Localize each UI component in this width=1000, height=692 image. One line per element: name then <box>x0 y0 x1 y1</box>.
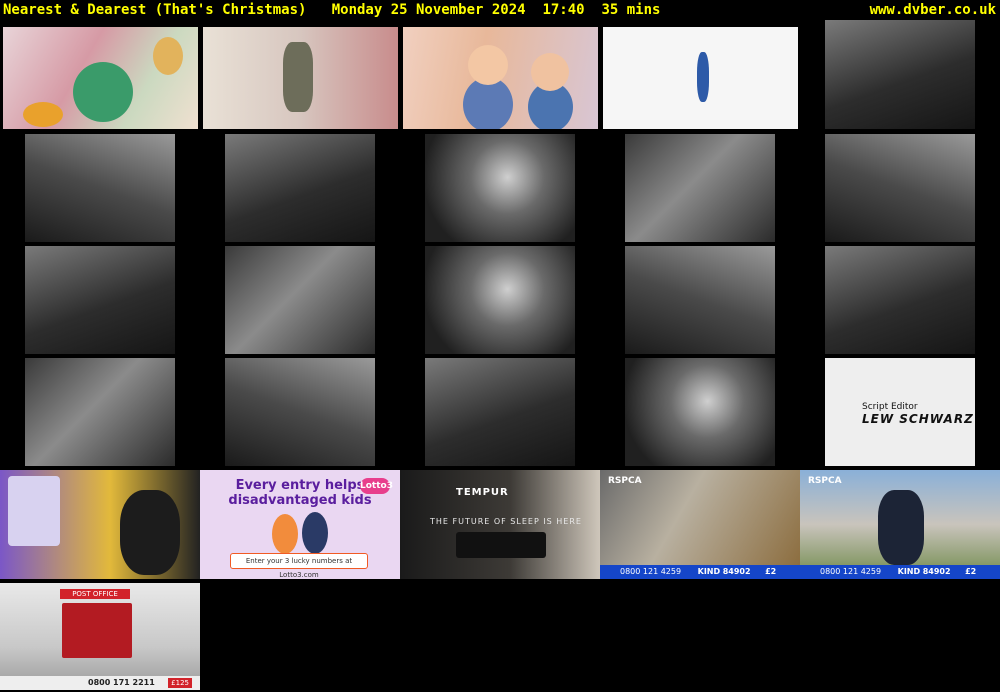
thumbnail-17[interactable] <box>225 358 375 466</box>
rspca-phone-2: 0800 121 4259 <box>820 567 882 576</box>
thumbnail-22[interactable]: Every entry helps disadvantaged kids Lot… <box>200 470 400 579</box>
rspca-sms-number: 84902 <box>722 567 751 576</box>
rspca-amount: £2 <box>765 567 777 576</box>
thumbnail-4[interactable] <box>603 27 798 129</box>
rspca-phone: 0800 121 4259 <box>620 567 682 576</box>
rspca-logo: RSPCA <box>608 476 642 486</box>
lotto-logo: Lotto3 <box>360 478 393 494</box>
thumbnail-6[interactable] <box>25 134 175 242</box>
thumbnail-23[interactable]: TEMPUR THE FUTURE OF SLEEP IS HERE <box>400 470 600 579</box>
lotto-cta: Enter your 3 lucky numbers at Lotto3.com <box>230 553 368 579</box>
thumbnail-18[interactable] <box>425 358 575 466</box>
thumbnail-5[interactable] <box>825 20 975 129</box>
thumbnail-12[interactable] <box>225 246 375 354</box>
title-bar: Nearest & Dearest (That's Christmas) Mon… <box>0 0 1000 22</box>
thumbnail-9[interactable] <box>625 134 775 242</box>
credit-role: Script Editor <box>862 402 918 412</box>
thumbnail-24[interactable]: RSPCA 0800 121 4259 KIND 84902 £2 <box>600 470 800 579</box>
thumbnail-19[interactable] <box>625 358 775 466</box>
rspca-keyword: KIND <box>697 567 721 576</box>
thumbnail-26[interactable]: POST OFFICE 0800 171 2211 £125 <box>0 583 200 690</box>
thumbnail-11[interactable] <box>25 246 175 354</box>
rspca-sms-number-2: 84902 <box>922 567 951 576</box>
post-office-sign: POST OFFICE <box>60 589 130 599</box>
rspca-logo-2: RSPCA <box>808 476 842 486</box>
thumbnail-1[interactable] <box>3 27 198 129</box>
site-link[interactable]: www.dvber.co.uk <box>870 1 996 19</box>
thumbnail-14[interactable] <box>625 246 775 354</box>
thumbnail-7[interactable] <box>225 134 375 242</box>
thumbnail-25[interactable]: RSPCA 0800 121 4259 KIND 84902 £2 <box>800 470 1000 579</box>
post-office-price: £125 <box>168 678 192 688</box>
rspca-donate-strip-2: 0800 121 4259 KIND 84902 £2 <box>800 565 1000 579</box>
thumbnail-2[interactable] <box>203 27 398 129</box>
thumbnail-21[interactable] <box>0 470 200 579</box>
thumbnail-10[interactable] <box>825 134 975 242</box>
thumbnail-20[interactable]: Script Editor LEW SCHWARZ <box>825 358 975 466</box>
thumbnail-15[interactable] <box>825 246 975 354</box>
rspca-keyword-2: KIND <box>897 567 921 576</box>
tempur-tagline: THE FUTURE OF SLEEP IS HERE <box>430 517 582 526</box>
thumbnail-13[interactable] <box>425 246 575 354</box>
rspca-donate-strip: 0800 121 4259 KIND 84902 £2 <box>600 565 800 579</box>
credit-name: LEW SCHWARZ <box>862 412 974 426</box>
thumbnail-16[interactable] <box>25 358 175 466</box>
rspca-amount-2: £2 <box>965 567 977 576</box>
lotto-headline-line-2: disadvantaged kids <box>228 493 372 508</box>
programme-title: Nearest & Dearest (That's Christmas) Mon… <box>3 2 661 18</box>
tempur-logo: TEMPUR <box>456 487 509 498</box>
post-office-phone: 0800 171 2211 <box>88 678 155 687</box>
thumbnail-8[interactable] <box>425 134 575 242</box>
thumbnail-3[interactable] <box>403 27 598 129</box>
